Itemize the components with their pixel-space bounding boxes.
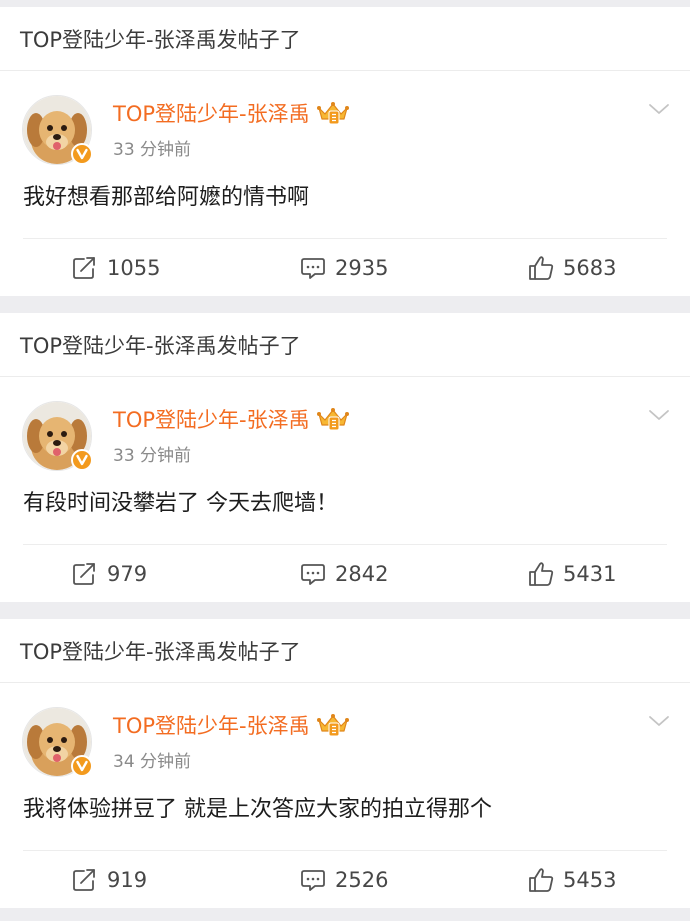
repost-icon xyxy=(73,257,95,279)
like-icon xyxy=(529,562,554,586)
username[interactable]: TOP登陆少年-张泽禹 xyxy=(113,404,310,434)
comment-button[interactable]: 2842 xyxy=(300,545,388,603)
comment-icon xyxy=(301,258,325,279)
post-time: 34 分钟前 xyxy=(113,752,192,772)
like-button[interactable]: 5683 xyxy=(528,239,616,297)
post-time: 33 分钟前 xyxy=(113,446,192,466)
chevron-down-icon[interactable] xyxy=(648,713,670,727)
repost-icon xyxy=(73,563,95,585)
comment-icon xyxy=(301,870,325,891)
repost-icon xyxy=(73,869,95,891)
like-button[interactable]: 5453 xyxy=(528,851,616,909)
crown-member-icon[interactable] xyxy=(316,405,350,433)
comment-icon xyxy=(301,564,325,585)
comment-button[interactable]: 2526 xyxy=(300,851,388,909)
like-icon xyxy=(529,256,554,280)
avatar-wrap[interactable] xyxy=(22,401,93,471)
chevron-down-icon[interactable] xyxy=(648,101,670,115)
like-button[interactable]: 5431 xyxy=(528,545,616,603)
card-header[interactable]: TOP登陆少年-张泽禹发帖子了 xyxy=(0,313,690,377)
like-count: 5683 xyxy=(563,256,617,280)
post-text[interactable]: 我将体验拼豆了 就是上次答应大家的拍立得那个 xyxy=(23,791,492,823)
chevron-down-icon[interactable] xyxy=(648,407,670,421)
verified-v-icon xyxy=(71,449,93,471)
avatar-wrap[interactable] xyxy=(22,95,93,165)
avatar-wrap[interactable] xyxy=(22,707,93,777)
repost-button[interactable]: 1055 xyxy=(72,239,160,297)
post-time: 33 分钟前 xyxy=(113,140,192,160)
action-bar: 919 2526 5453 xyxy=(23,850,667,909)
comment-button[interactable]: 2935 xyxy=(300,239,388,297)
crown-member-icon[interactable] xyxy=(316,711,350,739)
repost-count: 919 xyxy=(107,868,148,892)
card-header[interactable]: TOP登陆少年-张泽禹发帖子了 xyxy=(0,619,690,683)
post-card: TOP登陆少年-张泽禹发帖子了 xyxy=(0,313,690,602)
repost-count: 979 xyxy=(107,562,148,586)
post-text[interactable]: 我好想看那部给阿嬷的情书啊 xyxy=(23,179,309,211)
action-bar: 1055 2935 5683 xyxy=(23,238,667,297)
post: TOP登陆少年-张泽禹 33 分钟前 xyxy=(0,71,690,296)
repost-button[interactable]: 919 xyxy=(72,851,147,909)
post-text[interactable]: 有段时间没攀岩了 今天去爬墙！ xyxy=(23,485,338,517)
post: TOP登陆少年-张泽禹 34 分钟前 我将体验拼豆了 就是上次答应大家的拍立得那… xyxy=(0,683,690,908)
comment-count: 2935 xyxy=(335,256,389,280)
post-card: TOP登陆少年-张泽禹发帖子了 xyxy=(0,7,690,296)
verified-v-icon xyxy=(71,755,93,777)
name-row: TOP登陆少年-张泽禹 xyxy=(113,97,350,129)
post: TOP登陆少年-张泽禹 33 分钟前 xyxy=(0,377,690,602)
name-row: TOP登陆少年-张泽禹 xyxy=(113,403,350,435)
feed: TOP登陆少年-张泽禹发帖子了 TOP登陆少年-张泽禹 33 分钟前 我好想看那… xyxy=(0,7,690,908)
crown-member-icon[interactable] xyxy=(316,99,350,127)
card-header[interactable]: TOP登陆少年-张泽禹发帖子了 xyxy=(0,7,690,71)
name-row: TOP登陆少年-张泽禹 xyxy=(113,709,350,741)
comment-count: 2842 xyxy=(335,562,389,586)
repost-count: 1055 xyxy=(107,256,161,280)
like-count: 5431 xyxy=(563,562,617,586)
username[interactable]: TOP登陆少年-张泽禹 xyxy=(113,710,310,740)
like-icon xyxy=(529,868,554,892)
action-bar: 979 2842 5431 xyxy=(23,544,667,603)
like-count: 5453 xyxy=(563,868,617,892)
username[interactable]: TOP登陆少年-张泽禹 xyxy=(113,98,310,128)
post-card: TOP登陆少年-张泽禹发帖子了 xyxy=(0,619,690,908)
comment-count: 2526 xyxy=(335,868,389,892)
top-gap xyxy=(0,0,690,7)
verified-v-icon xyxy=(71,143,93,165)
repost-button[interactable]: 979 xyxy=(72,545,147,603)
